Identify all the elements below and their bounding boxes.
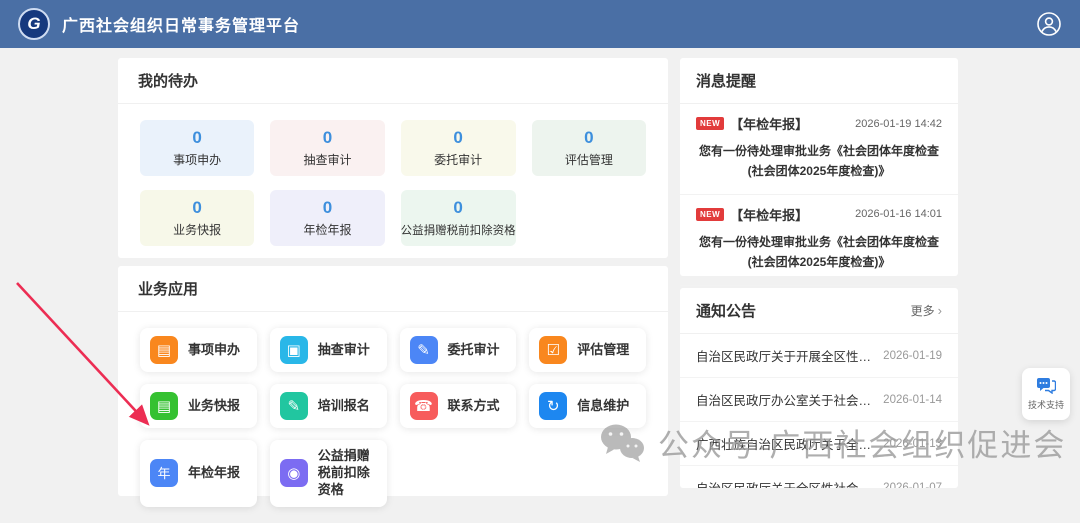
todo-label: 评估管理 (565, 151, 613, 168)
app-label: 年检年报 (188, 465, 240, 482)
todo-panel-header: 我的待办 (118, 58, 668, 104)
todo-count: 0 (323, 198, 332, 218)
notices-panel: 通知公告 更多› 自治区民政厅关于开展全区性社会团体、… 2026-01-19 … (680, 288, 958, 488)
messages-panel: 消息提醒 NEW 【年检年报】 2026-01-19 14:42 您有一份待处理… (680, 58, 958, 276)
app-label: 业务快报 (188, 398, 240, 415)
notice-title: 自治区民政厅关于全区性社会组织办理法… (696, 478, 875, 488)
app-button-annual-report[interactable]: 年 年检年报 (140, 440, 257, 507)
new-badge: NEW (696, 117, 724, 130)
todo-card-donation-tax[interactable]: 0 公益捐赠税前扣除资格 (401, 190, 516, 246)
todo-count: 0 (192, 198, 201, 218)
bulletin-news-icon: ▤ (150, 392, 178, 420)
todo-card-bulletin[interactable]: 0 业务快报 (140, 190, 254, 246)
app-button-matter-apply[interactable]: ▤ 事项申办 (140, 328, 257, 372)
message-time: 2026-01-19 14:42 (855, 118, 942, 130)
annual-report-shield-icon: 年 (150, 459, 178, 487)
app-label: 事项申办 (188, 342, 240, 359)
todo-label: 公益捐赠税前扣除资格 (401, 222, 516, 238)
message-item[interactable]: NEW 【年检年报】 2026-01-19 14:42 您有一份待处理审批业务《… (680, 104, 958, 195)
messages-panel-header: 消息提醒 (680, 58, 958, 104)
todo-card-spot-audit[interactable]: 0 抽查审计 (270, 120, 384, 176)
notices-panel-title: 通知公告 (696, 300, 756, 321)
todo-label: 业务快报 (173, 221, 221, 238)
donation-tax-medal-icon: ◉ (280, 459, 308, 487)
message-tag: 【年检年报】 (730, 114, 808, 133)
app-button-evaluation[interactable]: ☑ 评估管理 (529, 328, 646, 372)
apps-panel: 业务应用 ▤ 事项申办 ▣ 抽查审计 ✎ 委托审计 ☑ 评估管理 ▤ 业务快报 … (118, 266, 668, 496)
app-button-spot-audit[interactable]: ▣ 抽查审计 (270, 328, 387, 372)
app-label: 信息维护 (577, 398, 629, 415)
info-maintain-refresh-icon: ↻ (539, 392, 567, 420)
apps-panel-title: 业务应用 (138, 278, 198, 299)
app-button-info-maintain[interactable]: ↻ 信息维护 (529, 384, 646, 428)
todo-grid: 0 事项申办 0 抽查审计 0 委托审计 0 评估管理 0 业务快报 0 年检年… (118, 104, 668, 262)
app-button-donation-tax[interactable]: ◉ 公益捐赠税前扣除资格 (270, 440, 387, 507)
notice-title: 广西壮族自治区民政厅关于全区性社会团… (696, 434, 875, 453)
app-button-entrust-audit[interactable]: ✎ 委托审计 (400, 328, 517, 372)
todo-label: 委托审计 (434, 151, 482, 168)
app-label: 委托审计 (448, 342, 500, 359)
app-button-contact[interactable]: ☎ 联系方式 (400, 384, 517, 428)
message-tag: 【年检年报】 (730, 205, 808, 224)
notices-panel-header: 通知公告 更多› (680, 288, 958, 334)
todo-card-entrust-audit[interactable]: 0 委托审计 (401, 120, 516, 176)
notice-item[interactable]: 自治区民政厅办公室关于社会组织申报第… 2026-01-14 (680, 378, 958, 422)
message-body: 您有一份待处理审批业务《社会团体年度检查(社会团体2025年度检查)》 (696, 141, 942, 182)
notice-title: 自治区民政厅关于开展全区性社会团体、… (696, 346, 875, 365)
tech-support-label: 技术支持 (1028, 398, 1064, 411)
todo-card-matter-apply[interactable]: 0 事项申办 (140, 120, 254, 176)
todo-card-evaluation[interactable]: 0 评估管理 (532, 120, 646, 176)
app-label: 联系方式 (448, 398, 500, 415)
evaluation-check-icon: ☑ (539, 336, 567, 364)
todo-panel: 我的待办 0 事项申办 0 抽查审计 0 委托审计 0 评估管理 0 业务快报 … (118, 58, 668, 258)
chevron-right-icon: › (938, 303, 942, 318)
notice-date: 2026-01-13 (883, 438, 942, 450)
notice-date: 2026-01-14 (883, 394, 942, 406)
tech-support-widget[interactable]: 技术支持 (1022, 368, 1070, 420)
todo-card-annual-report[interactable]: 0 年检年报 (270, 190, 384, 246)
app-label: 抽查审计 (318, 342, 370, 359)
chat-bubbles-icon (1036, 377, 1056, 394)
notice-title: 自治区民政厅办公室关于社会组织申报第… (696, 390, 875, 409)
app-label: 公益捐赠税前扣除资格 (318, 448, 377, 499)
app-button-bulletin[interactable]: ▤ 业务快报 (140, 384, 257, 428)
message-time: 2026-01-16 14:01 (855, 208, 942, 220)
notice-item[interactable]: 广西壮族自治区民政厅关于全区性社会团… 2026-01-13 (680, 422, 958, 466)
entrust-audit-icon: ✎ (410, 336, 438, 364)
apps-grid: ▤ 事项申办 ▣ 抽查审计 ✎ 委托审计 ☑ 评估管理 ▤ 业务快报 ✎ 培训报… (118, 312, 668, 523)
user-avatar-icon[interactable] (1036, 11, 1062, 37)
more-link[interactable]: 更多› (911, 302, 942, 319)
app-label: 培训报名 (318, 398, 370, 415)
todo-label: 事项申办 (173, 151, 221, 168)
todo-label: 抽查审计 (303, 151, 351, 168)
app-label: 评估管理 (577, 342, 629, 359)
contact-card-icon: ☎ (410, 392, 438, 420)
messages-panel-title: 消息提醒 (696, 70, 756, 91)
message-body: 您有一份待处理审批业务《社会团体年度检查(社会团体2025年度检查)》 (696, 232, 942, 273)
todo-count: 0 (192, 128, 201, 148)
notice-item[interactable]: 自治区民政厅关于开展全区性社会团体、… 2026-01-19 (680, 334, 958, 378)
notice-item[interactable]: 自治区民政厅关于全区性社会组织办理法… 2026-01-07 (680, 466, 958, 488)
todo-panel-title: 我的待办 (138, 70, 198, 91)
platform-logo-icon: G (18, 8, 50, 40)
todo-label: 年检年报 (303, 221, 351, 238)
document-form-icon: ▤ (150, 336, 178, 364)
notice-date: 2026-01-19 (883, 350, 942, 362)
todo-count: 0 (453, 198, 462, 218)
todo-count: 0 (584, 128, 593, 148)
apps-panel-header: 业务应用 (118, 266, 668, 312)
platform-title: 广西社会组织日常事务管理平台 (62, 12, 300, 36)
todo-count: 0 (453, 128, 462, 148)
monitor-audit-icon: ▣ (280, 336, 308, 364)
app-header: G 广西社会组织日常事务管理平台 (0, 0, 1080, 48)
todo-count: 0 (323, 128, 332, 148)
notice-date: 2026-01-07 (883, 482, 942, 489)
training-signup-icon: ✎ (280, 392, 308, 420)
message-item[interactable]: NEW 【年检年报】 2026-01-16 14:01 您有一份待处理审批业务《… (680, 195, 958, 286)
new-badge: NEW (696, 208, 724, 221)
app-button-training-signup[interactable]: ✎ 培训报名 (270, 384, 387, 428)
